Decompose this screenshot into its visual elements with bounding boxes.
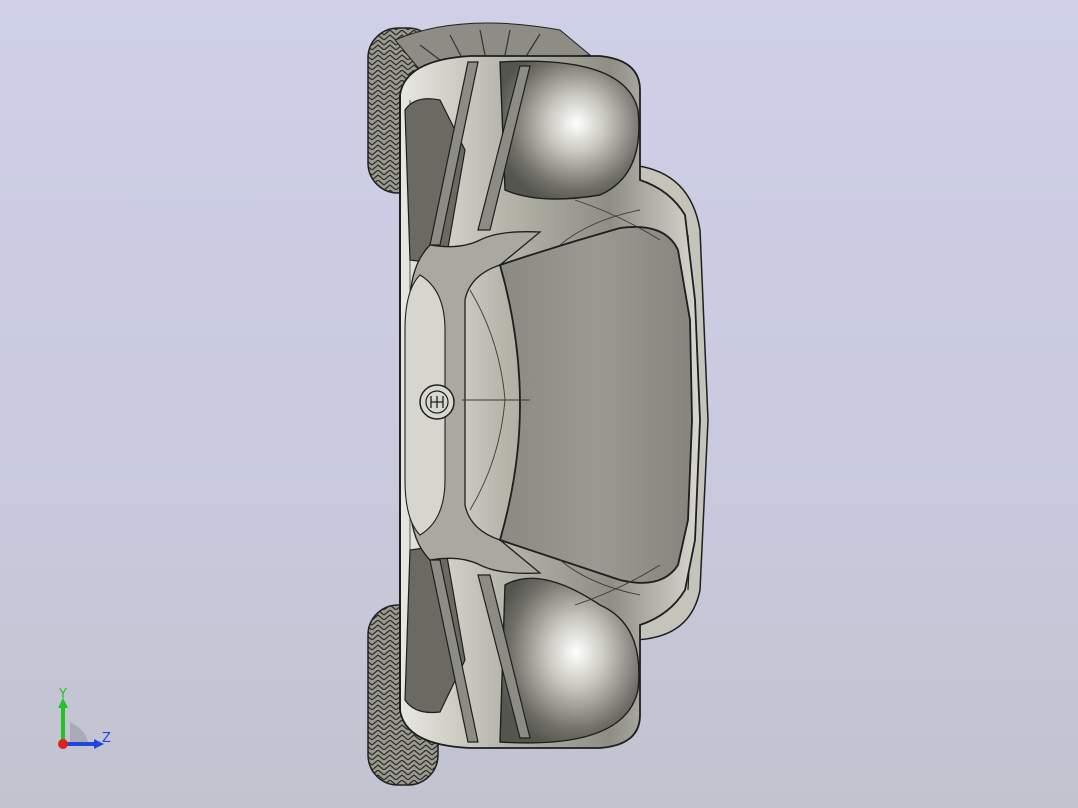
orientation-triad: Y Z bbox=[48, 684, 128, 754]
roof-canopy bbox=[498, 226, 693, 584]
y-axis-label: Y bbox=[59, 687, 67, 702]
z-axis-label: Z bbox=[102, 731, 111, 746]
car-model-view[interactable] bbox=[0, 0, 1078, 808]
3d-viewport[interactable]: Y Z bbox=[0, 0, 1078, 808]
brand-emblem-icon bbox=[419, 384, 455, 420]
